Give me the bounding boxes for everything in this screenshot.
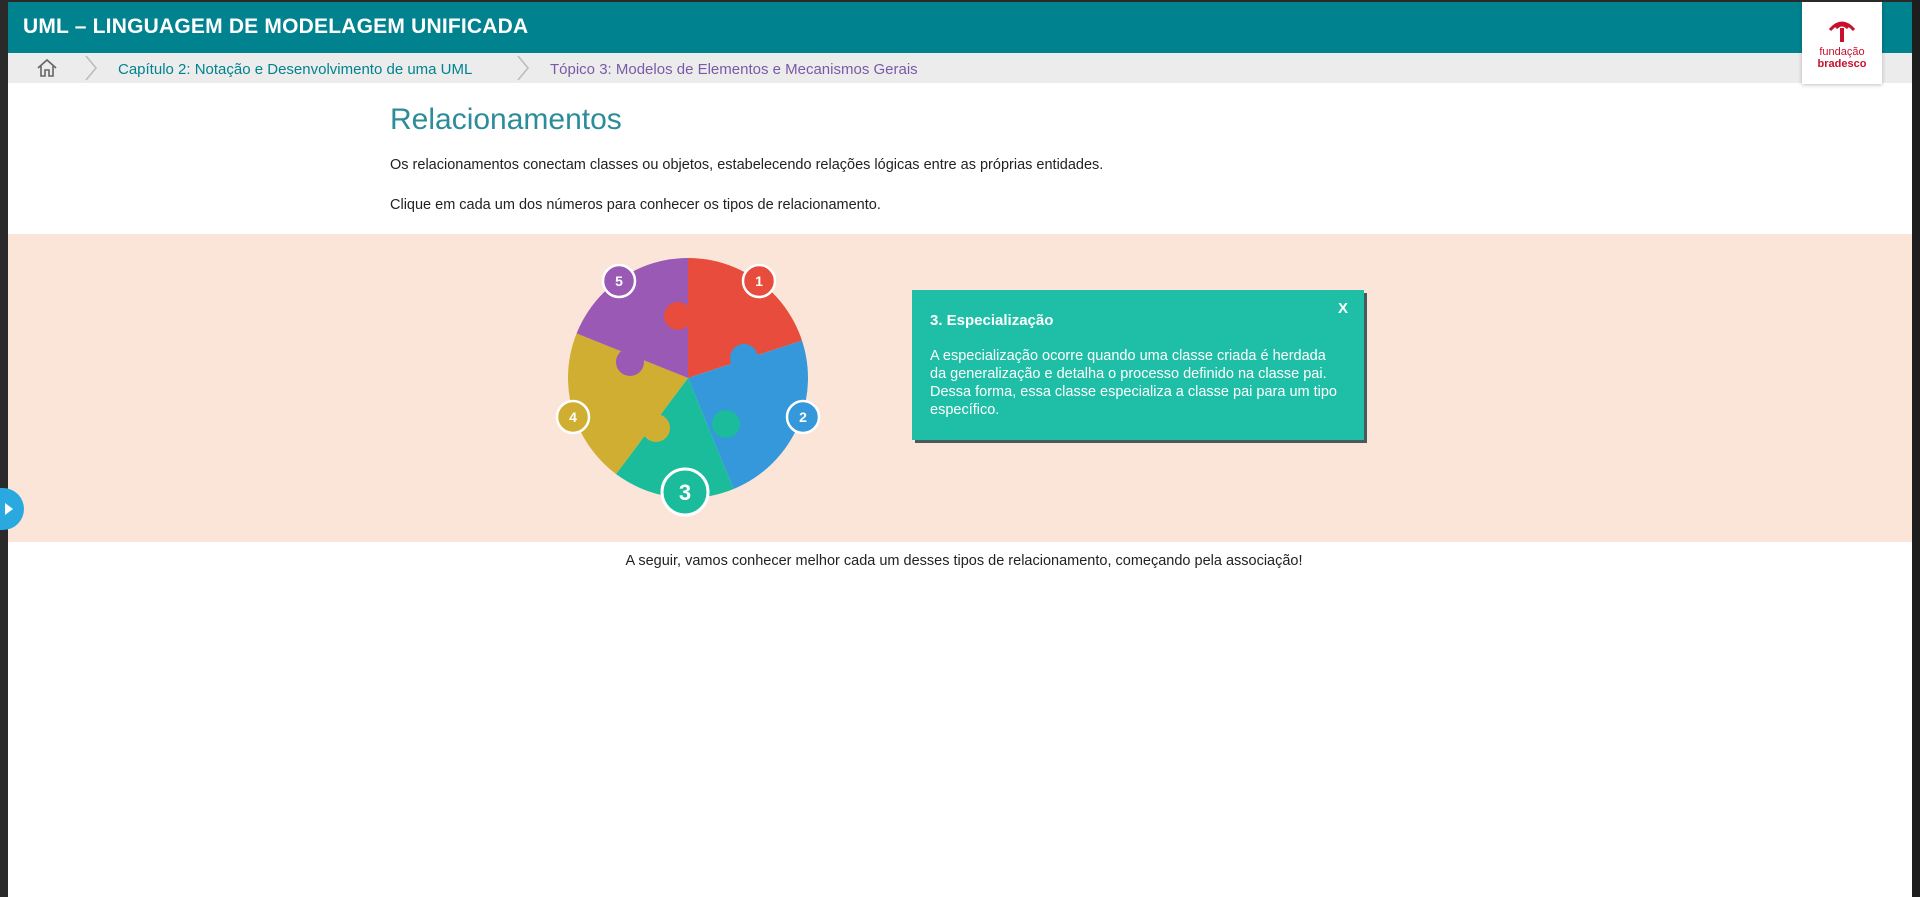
fundacao-bradesco-logo: fundação bradesco: [1802, 2, 1882, 84]
number-badge-5[interactable]: 5: [601, 263, 637, 299]
breadcrumb: Capítulo 2: Notação e Desenvolvimento de…: [8, 53, 1920, 83]
instruction-text: Clique em cada um dos números para conhe…: [390, 197, 881, 213]
svg-text:2: 2: [799, 409, 807, 425]
number-badge-4[interactable]: 4: [555, 399, 591, 435]
svg-text:4: 4: [569, 409, 577, 425]
number-badge-1[interactable]: 1: [741, 263, 777, 299]
puzzle-knob: [664, 302, 692, 330]
info-popup: 3. Especialização X A especialização oco…: [912, 290, 1364, 440]
puzzle-knob: [616, 348, 644, 376]
svg-text:3: 3: [679, 480, 691, 505]
page-frame: UML – LINGUAGEM DE MODELAGEM UNIFICADA f…: [8, 2, 1920, 897]
number-badge-2[interactable]: 2: [785, 399, 821, 435]
puzzle-knob: [712, 410, 740, 438]
breadcrumb-item-chapter[interactable]: Capítulo 2: Notação e Desenvolvimento de…: [118, 61, 472, 78]
relationship-puzzle: 1 2 3 4 5: [555, 258, 821, 517]
app-title: UML – LINGUAGEM DE MODELAGEM UNIFICADA: [23, 15, 529, 38]
number-badge-3[interactable]: 3: [660, 467, 710, 517]
puzzle-knob: [730, 344, 758, 372]
logo-line1: fundação: [1819, 46, 1865, 58]
logo-line2: bradesco: [1817, 58, 1867, 70]
window-edge: [1912, 0, 1920, 897]
popup-body: A especialização ocorre quando uma class…: [930, 348, 1337, 418]
page-title: Relacionamentos: [390, 103, 622, 136]
svg-text:1: 1: [755, 273, 763, 289]
svg-text:5: 5: [615, 273, 623, 289]
chevron-right-icon: [85, 55, 97, 81]
home-icon[interactable]: [36, 58, 58, 78]
popup-title: 3. Especialização: [930, 312, 1054, 329]
footer-text: A seguir, vamos conhecer melhor cada um …: [625, 553, 1303, 569]
puzzle-knob: [642, 414, 670, 442]
breadcrumb-item-topic[interactable]: Tópico 3: Modelos de Elementos e Mecanis…: [550, 61, 918, 78]
bradesco-tree-icon: [1828, 21, 1856, 42]
header-bar: UML – LINGUAGEM DE MODELAGEM UNIFICADA: [8, 2, 1920, 53]
popup-close-button[interactable]: X: [1338, 300, 1348, 317]
intro-text: Os relacionamentos conectam classes ou o…: [390, 157, 1104, 173]
chevron-right-icon: [517, 55, 529, 81]
